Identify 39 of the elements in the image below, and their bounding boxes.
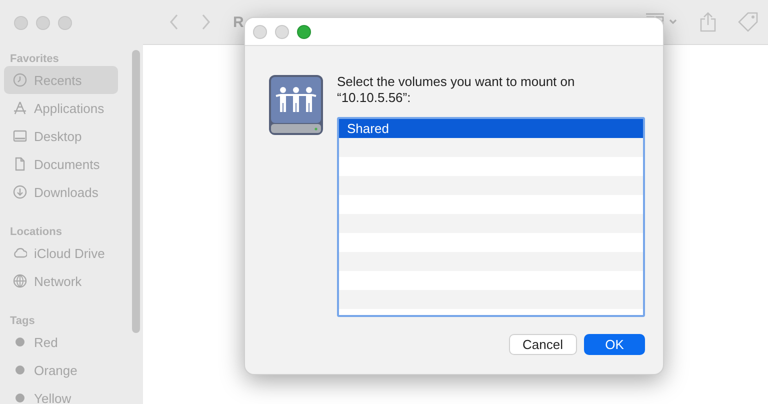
- clock-icon: [13, 73, 27, 87]
- share-icon[interactable]: [700, 12, 716, 32]
- sidebar-item[interactable]: Applications: [4, 94, 118, 122]
- globe-icon: [13, 274, 27, 288]
- window-title: R: [233, 14, 244, 30]
- volume-list[interactable]: Shared: [337, 117, 645, 317]
- sidebar-item[interactable]: iCloud Drive: [4, 239, 118, 267]
- apps-icon: [13, 101, 27, 115]
- sidebar-item[interactable]: Red: [4, 328, 118, 356]
- desktop-icon: [13, 129, 27, 143]
- sidebar-item[interactable]: Orange: [4, 356, 118, 384]
- section-heading: Favorites: [9, 52, 60, 66]
- tag-dot-icon: [13, 335, 27, 349]
- sidebar-item[interactable]: Yellow: [4, 384, 118, 404]
- scrollbar[interactable]: [132, 50, 140, 333]
- sidebar-item[interactable]: Downloads: [4, 178, 118, 206]
- tag-icon[interactable]: [738, 12, 758, 32]
- sidebar-item[interactable]: Desktop: [4, 122, 118, 150]
- minimize-button[interactable]: [275, 24, 289, 38]
- document-icon: [13, 157, 27, 171]
- dialog-message: Select the volumes you want to mount on “10.10.5.56”:: [337, 74, 576, 106]
- close-button[interactable]: [14, 16, 28, 30]
- back-icon[interactable]: [169, 13, 179, 31]
- server-icon: [268, 74, 324, 136]
- close-button[interactable]: [253, 24, 267, 38]
- section-heading: Locations: [9, 225, 63, 239]
- ok-button[interactable]: OK: [584, 334, 645, 355]
- download-icon: [13, 185, 27, 199]
- zoom-button[interactable]: [297, 24, 311, 38]
- sidebar-item[interactable]: Network: [4, 267, 118, 295]
- cancel-button[interactable]: Cancel: [508, 334, 577, 355]
- cloud-icon: [13, 246, 27, 260]
- sidebar-item[interactable]: Documents: [4, 150, 118, 178]
- section-heading: Tags: [9, 314, 36, 328]
- forward-icon[interactable]: [201, 13, 211, 31]
- tag-dot-icon: [13, 391, 27, 404]
- minimize-button[interactable]: [36, 16, 50, 30]
- tag-dot-icon: [13, 363, 27, 377]
- list-row[interactable]: Shared: [339, 119, 643, 138]
